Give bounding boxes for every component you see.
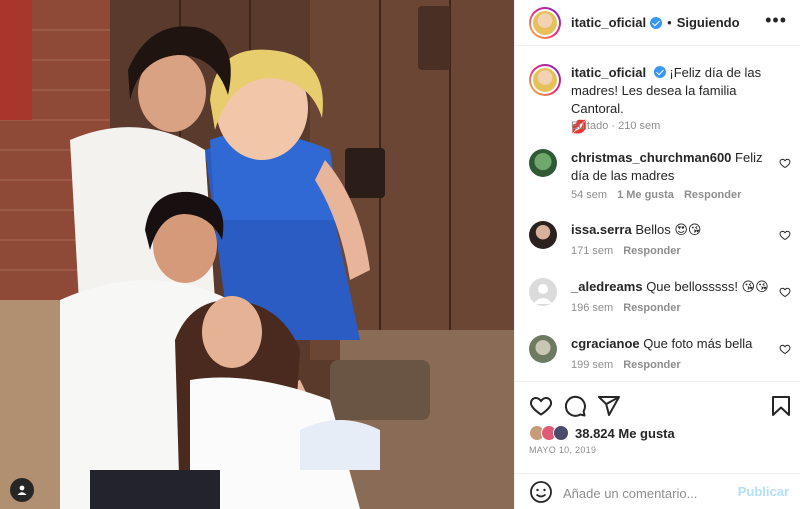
following-button[interactable]: Siguiendo xyxy=(677,15,740,30)
bookmark-icon[interactable] xyxy=(769,394,793,418)
more-options-icon[interactable]: ••• xyxy=(765,11,787,29)
share-icon[interactable] xyxy=(597,394,621,418)
commenter-avatar[interactable] xyxy=(529,335,557,363)
comment-time: 171 sem xyxy=(571,245,614,257)
user-tag-button[interactable] xyxy=(10,478,34,502)
commenter-avatar[interactable] xyxy=(529,149,557,177)
comment-time: 199 sem xyxy=(571,359,614,371)
post-actions: 38.824 Me gusta MAYO 10, 2019 Publicar xyxy=(515,381,800,509)
commenter-avatar[interactable] xyxy=(529,278,557,306)
comment-like-heart-icon[interactable] xyxy=(779,229,791,241)
post-header: itatic_oficial • Siguiendo ••• xyxy=(515,0,800,46)
comment-input[interactable] xyxy=(563,483,733,503)
liker-avatar xyxy=(553,425,569,441)
post-date[interactable]: MAYO 10, 2019 xyxy=(529,445,596,455)
default-avatar-icon xyxy=(533,284,553,304)
comment-time: 196 sem xyxy=(571,302,614,314)
post-photo[interactable] xyxy=(0,0,514,509)
comment-row: _aledreams Que bellosssss! 😘😘 196 sem Res… xyxy=(529,278,791,318)
comment-icon[interactable] xyxy=(563,394,587,418)
reply-button[interactable]: Responder xyxy=(623,359,680,371)
author-avatar[interactable] xyxy=(529,6,561,39)
heart-icon[interactable] xyxy=(529,394,553,418)
comment-row: issa.serra Bellos 😍😘 171 sem Responder xyxy=(529,221,791,261)
comment-row: christmas_churchman600 Feliz día de las … xyxy=(529,149,791,205)
publish-button[interactable]: Publicar xyxy=(738,484,789,499)
comment-text: Que foto más bella xyxy=(643,336,753,351)
likes-label: Me gusta xyxy=(618,425,675,441)
commenter-avatar[interactable] xyxy=(529,221,557,249)
header-separator: • xyxy=(667,15,672,30)
verified-badge-icon xyxy=(650,16,663,29)
likes-summary[interactable]: 38.824 Me gusta xyxy=(529,424,675,442)
comment-like-heart-icon[interactable] xyxy=(779,286,791,298)
caption-meta: Editado · 210 sem xyxy=(571,120,661,132)
reply-button[interactable]: Responder xyxy=(623,302,680,314)
comment-text: Bellos 😍😘 xyxy=(635,222,702,237)
add-comment-bar: Publicar xyxy=(515,473,800,509)
comment-username[interactable]: issa.serra xyxy=(571,222,632,237)
reply-button[interactable]: Responder xyxy=(684,189,741,201)
comment-username[interactable]: _aledreams xyxy=(571,279,643,294)
comment-username[interactable]: christmas_churchman600 xyxy=(571,150,731,165)
caption-row: itatic_oficial ¡Feliz día de las madres!… xyxy=(529,64,791,140)
comment-like-heart-icon[interactable] xyxy=(779,343,791,355)
caption-avatar[interactable] xyxy=(529,64,561,96)
verified-badge-icon xyxy=(653,66,666,78)
post-side-panel: itatic_oficial • Siguiendo ••• itatic_of… xyxy=(514,0,800,509)
comments-list[interactable]: itatic_oficial ¡Feliz día de las madres!… xyxy=(515,47,800,381)
family-photo-illustration xyxy=(0,0,514,509)
comment-username[interactable]: cgracianoe xyxy=(571,336,640,351)
reply-button[interactable]: Responder xyxy=(623,245,680,257)
comment-row: cgracianoe Que foto más bella 199 sem Res… xyxy=(529,335,791,375)
comment-likes[interactable]: 1 Me gusta xyxy=(617,189,674,201)
caption-username[interactable]: itatic_oficial xyxy=(571,65,646,80)
comment-time: 54 sem xyxy=(571,189,608,201)
comment-text: Que bellosssss! 😘😘 xyxy=(646,279,769,294)
smiley-icon[interactable] xyxy=(529,480,553,504)
likes-count: 38.824 xyxy=(575,425,615,441)
comment-like-heart-icon[interactable] xyxy=(779,157,791,169)
author-username[interactable]: itatic_oficial xyxy=(571,15,646,30)
user-tag-icon xyxy=(17,485,27,495)
